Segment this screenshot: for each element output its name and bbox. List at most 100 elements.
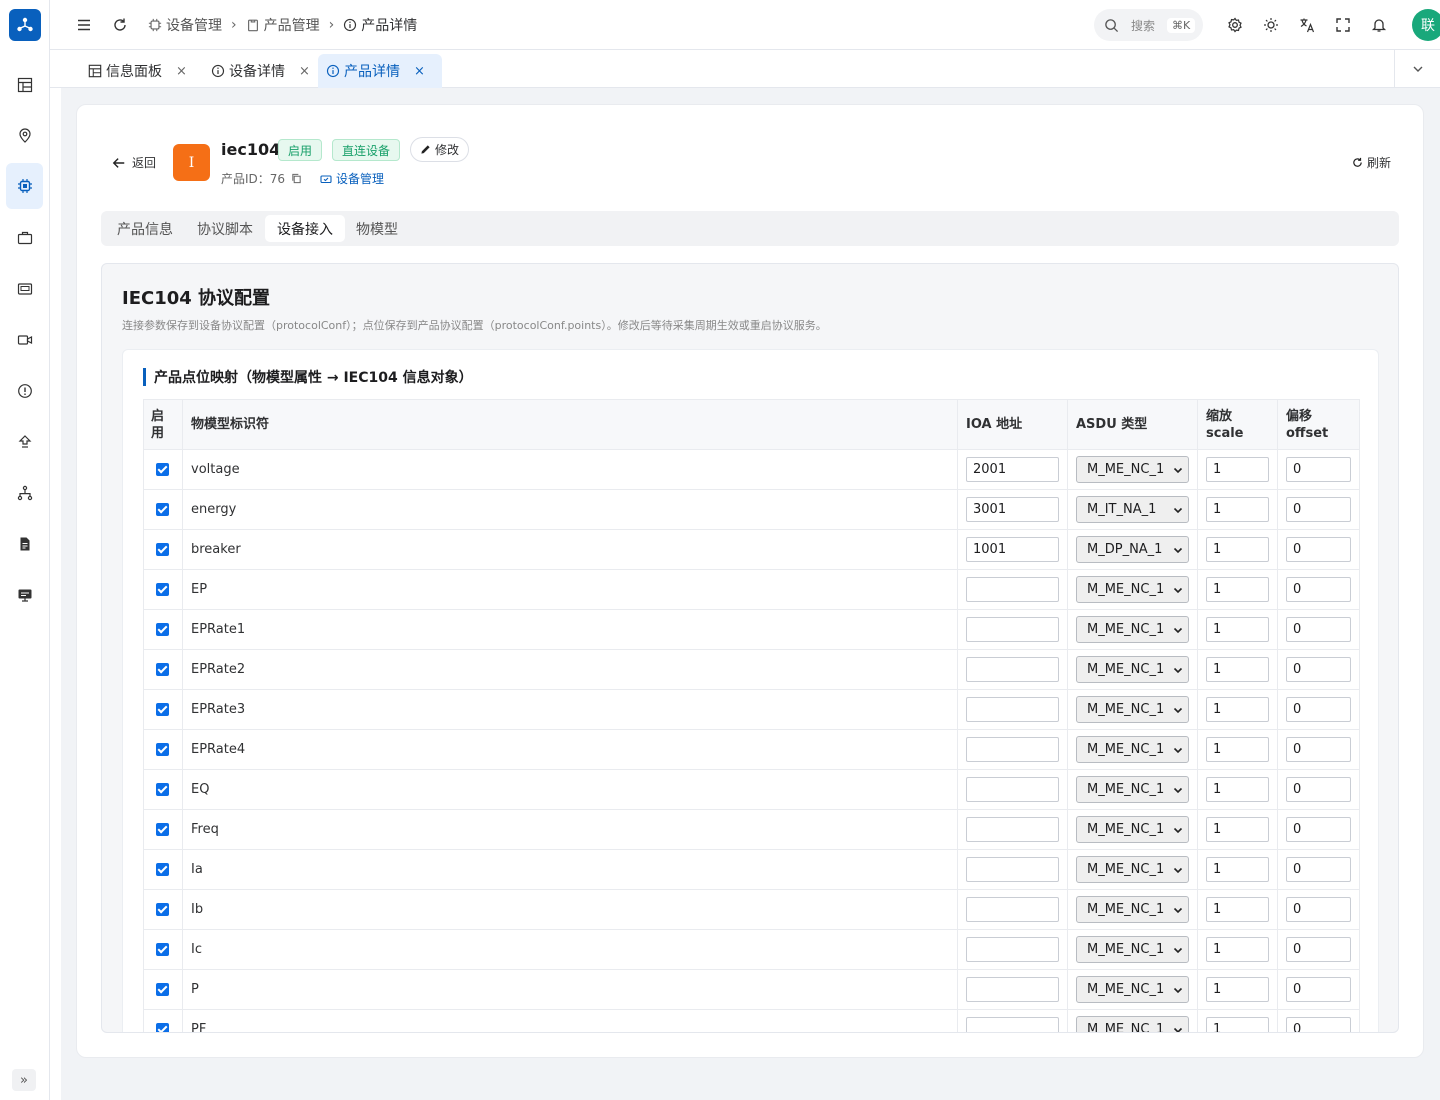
ioa-input[interactable]: 2001 <box>966 457 1059 482</box>
enabled-checkbox[interactable] <box>156 703 169 716</box>
ioa-input[interactable] <box>966 937 1059 962</box>
enabled-checkbox[interactable] <box>156 543 169 556</box>
asdu-select[interactable]: M_ME_NC_1 <box>1076 976 1189 1003</box>
reload-icon[interactable] <box>110 15 130 35</box>
ioa-input[interactable] <box>966 737 1059 762</box>
edit-button[interactable]: 修改 <box>410 137 470 162</box>
ioa-input[interactable] <box>966 1017 1059 1032</box>
location-icon[interactable] <box>6 113 43 159</box>
offset-input[interactable]: 0 <box>1286 537 1351 562</box>
scale-input[interactable]: 1 <box>1206 657 1269 682</box>
ioa-input[interactable] <box>966 897 1059 922</box>
scale-input[interactable]: 1 <box>1206 1017 1269 1032</box>
copy-icon[interactable] <box>291 173 302 184</box>
enabled-checkbox[interactable] <box>156 823 169 836</box>
back-button[interactable]: 返回 <box>112 154 156 171</box>
logo-icon[interactable] <box>9 9 41 41</box>
enabled-checkbox[interactable] <box>156 863 169 876</box>
enabled-checkbox[interactable] <box>156 663 169 676</box>
asdu-select[interactable]: M_IT_NA_1 <box>1076 496 1189 523</box>
scale-input[interactable]: 1 <box>1206 737 1269 762</box>
asdu-select[interactable]: M_ME_NC_1 <box>1076 776 1189 803</box>
offset-input[interactable]: 0 <box>1286 497 1351 522</box>
offset-input[interactable]: 0 <box>1286 1017 1351 1032</box>
subtab-device-access[interactable]: 设备接入 <box>265 215 345 242</box>
close-icon[interactable]: × <box>176 64 187 79</box>
offset-input[interactable]: 0 <box>1286 697 1351 722</box>
close-icon[interactable]: × <box>299 64 310 79</box>
ioa-input[interactable]: 3001 <box>966 497 1059 522</box>
ioa-input[interactable] <box>966 577 1059 602</box>
ioa-input[interactable] <box>966 977 1059 1002</box>
enabled-checkbox[interactable] <box>156 983 169 996</box>
offset-input[interactable]: 0 <box>1286 817 1351 842</box>
enabled-checkbox[interactable] <box>156 503 169 516</box>
meter-icon[interactable] <box>6 266 43 312</box>
device-management-link[interactable]: 设备管理 <box>320 170 384 187</box>
network-icon[interactable] <box>6 470 43 516</box>
enabled-checkbox[interactable] <box>156 903 169 916</box>
scale-input[interactable]: 1 <box>1206 497 1269 522</box>
bell-icon[interactable] <box>1369 15 1389 35</box>
enabled-checkbox[interactable] <box>156 583 169 596</box>
asdu-select[interactable]: M_ME_NC_1 <box>1076 856 1189 883</box>
asdu-select[interactable]: M_ME_NC_1 <box>1076 896 1189 923</box>
tab-dashboard[interactable]: 信息面板 × <box>80 54 195 88</box>
upgrade-icon[interactable] <box>6 419 43 465</box>
tab-device-detail[interactable]: 设备详情 × <box>203 54 318 88</box>
asdu-select[interactable]: M_ME_NC_1 <box>1076 696 1189 723</box>
scale-input[interactable]: 1 <box>1206 897 1269 922</box>
offset-input[interactable]: 0 <box>1286 657 1351 682</box>
document-icon[interactable] <box>6 521 43 567</box>
asdu-select[interactable]: M_ME_NC_1 <box>1076 656 1189 683</box>
offset-input[interactable]: 0 <box>1286 937 1351 962</box>
offset-input[interactable]: 0 <box>1286 457 1351 482</box>
scale-input[interactable]: 1 <box>1206 977 1269 1002</box>
asdu-select[interactable]: M_DP_NA_1 <box>1076 536 1189 563</box>
scale-input[interactable]: 1 <box>1206 937 1269 962</box>
offset-input[interactable]: 0 <box>1286 737 1351 762</box>
enabled-checkbox[interactable] <box>156 1023 169 1032</box>
scale-input[interactable]: 1 <box>1206 577 1269 602</box>
search-input[interactable]: 搜索 ⌘K <box>1094 9 1203 41</box>
breadcrumb-item-product[interactable]: 产品管理 <box>246 15 320 35</box>
scale-input[interactable]: 1 <box>1206 857 1269 882</box>
asdu-select[interactable]: M_ME_NC_1 <box>1076 736 1189 763</box>
tabs-dropdown[interactable] <box>1394 50 1440 88</box>
offset-input[interactable]: 0 <box>1286 897 1351 922</box>
subtab-thing-model[interactable]: 物模型 <box>345 215 409 242</box>
ioa-input[interactable] <box>966 657 1059 682</box>
avatar[interactable]: 联 <box>1412 9 1440 41</box>
scale-input[interactable]: 1 <box>1206 697 1269 722</box>
sidebar-collapse-button[interactable]: » <box>12 1069 36 1091</box>
tab-product-detail[interactable]: 产品详情 × <box>318 54 442 88</box>
asdu-select[interactable]: M_ME_NC_1 <box>1076 936 1189 963</box>
monitor-icon[interactable] <box>6 572 43 618</box>
settings-icon[interactable] <box>1225 15 1245 35</box>
subtab-protocol-script[interactable]: 协议脚本 <box>185 215 265 242</box>
video-icon[interactable] <box>6 317 43 363</box>
enabled-checkbox[interactable] <box>156 623 169 636</box>
enabled-checkbox[interactable] <box>156 943 169 956</box>
scale-input[interactable]: 1 <box>1206 537 1269 562</box>
alert-icon[interactable] <box>6 368 43 414</box>
scale-input[interactable]: 1 <box>1206 817 1269 842</box>
scale-input[interactable]: 1 <box>1206 777 1269 802</box>
close-icon[interactable]: × <box>414 64 425 79</box>
translate-icon[interactable] <box>1297 15 1317 35</box>
dashboard-icon[interactable] <box>6 62 43 108</box>
asdu-select[interactable]: M_ME_NC_1 <box>1076 816 1189 843</box>
asdu-select[interactable]: M_ME_NC_1 <box>1076 576 1189 603</box>
menu-icon[interactable] <box>74 15 94 35</box>
ioa-input[interactable] <box>966 857 1059 882</box>
scale-input[interactable]: 1 <box>1206 457 1269 482</box>
asdu-select[interactable]: M_ME_NC_1 <box>1076 616 1189 643</box>
fullscreen-icon[interactable] <box>1333 15 1353 35</box>
offset-input[interactable]: 0 <box>1286 777 1351 802</box>
ioa-input[interactable] <box>966 617 1059 642</box>
ioa-input[interactable] <box>966 697 1059 722</box>
asdu-select[interactable]: M_ME_NC_1 <box>1076 1016 1189 1032</box>
scale-input[interactable]: 1 <box>1206 617 1269 642</box>
offset-input[interactable]: 0 <box>1286 617 1351 642</box>
ioa-input[interactable] <box>966 777 1059 802</box>
